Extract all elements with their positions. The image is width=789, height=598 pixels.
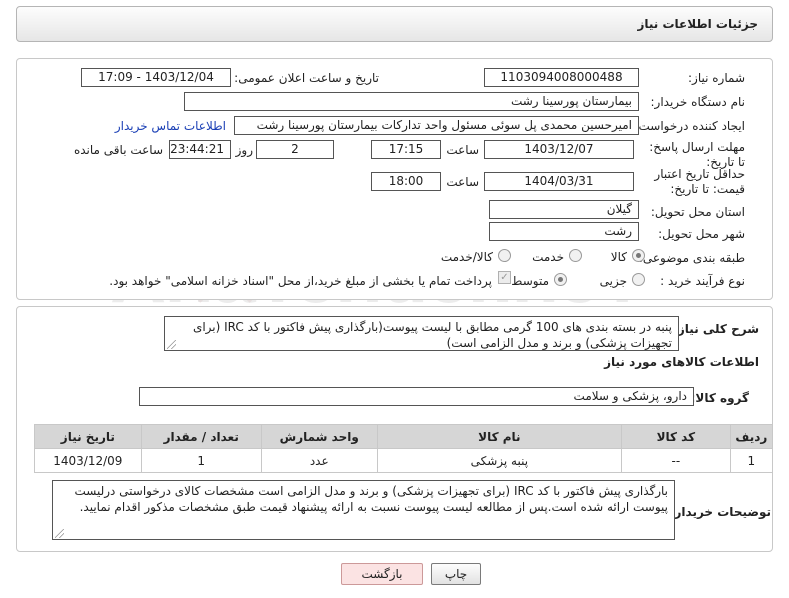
col-name: نام کالا [376,424,623,449]
remaining-label: ساعت باقی مانده [73,143,163,157]
category-option-service: خدمت [532,250,564,264]
category-label: طبقه بندی موضوعی: [638,251,745,265]
process-option-partial: جزیی [599,274,627,288]
resize-grip-icon[interactable] [167,340,176,349]
row-name: پنبه پزشکی [376,448,623,473]
announce-field: 1403/12/04 - 17:09 [81,68,231,87]
summary-field: پنبه در بسته بندی های 100 گرمی مطابق با … [164,316,679,351]
back-button[interactable]: بازگشت [341,563,423,585]
row-index: 1 [729,448,774,473]
reply-time-label: ساعت [446,143,479,157]
province-field: گیلان [489,200,639,219]
reply-date-field: 1403/12/07 [484,140,634,159]
col-qty: تعداد / مقدار [140,424,262,449]
need-number-label: شماره نیاز: [688,71,745,85]
process-option-medium: متوسط [511,274,549,288]
requester-label: ایجاد کننده درخواست: [634,119,745,133]
row-qty: 1 [140,448,262,473]
reply-time-field: 17:15 [371,140,441,159]
summary-text: پنبه در بسته بندی های 100 گرمی مطابق با … [192,320,672,350]
buyer-notes-field: بارگذاری پیش فاکتور با کد IRC (برای تجهی… [52,480,675,540]
goods-group-field: دارو، پزشکی و سلامت [139,387,694,406]
remaining-time-field: 23:44:21 [169,140,231,159]
print-button[interactable]: چاپ [431,563,481,585]
items-heading: اطلاعات کالاهای مورد نیاز [604,355,759,369]
announce-label: تاریخ و ساعت اعلان عمومی: [234,71,379,85]
buyer-org-field: بیمارستان پورسینا رشت [184,92,639,111]
category-radio-goods[interactable] [632,249,645,262]
process-label: نوع فرآیند خرید : [660,274,745,288]
buyer-notes-text: بارگذاری پیش فاکتور با کد IRC (برای تجهی… [74,484,668,514]
resize-grip-icon[interactable] [55,529,64,538]
col-unit: واحد شمارش [260,424,378,449]
payment-checkbox[interactable]: ✓ [498,271,511,284]
goods-table: ردیف کد کالا نام کالا واحد شمارش تعداد /… [34,424,774,473]
summary-label: شرح کلی نیاز: [673,322,759,336]
province-label: استان محل تحویل: [650,205,745,219]
days-field: 2 [256,140,334,159]
reply-deadline-label: مهلت ارسال پاسخ: تا تاریخ: [649,140,745,169]
buyer-notes-label: توضیحات خریدار: [669,505,771,519]
requester-field: امیرحسین محمدی پل سوئی مسئول واحد تدارکا… [234,116,639,135]
row-date: 1403/12/09 [34,448,142,473]
col-index: ردیف [729,424,774,449]
page-header: جزئیات اطلاعات نیاز [16,6,773,42]
row-unit: عدد [260,448,378,473]
table-header-row: ردیف کد کالا نام کالا واحد شمارش تعداد /… [34,424,774,449]
page-title: جزئیات اطلاعات نیاز [637,17,758,31]
buyer-org-label: نام دستگاه خریدار: [650,95,746,109]
validity-time-field: 18:00 [371,172,441,191]
table-row: 1 -- پنبه پزشکی عدد 1 1403/12/09 [34,448,774,473]
category-option-goods: کالا [610,250,627,264]
col-date: تاریخ نیاز [34,424,142,449]
category-radio-service[interactable] [569,249,582,262]
city-field: رشت [489,222,639,241]
validity-time-label: ساعت [446,175,479,189]
buyer-contact-link[interactable]: اطلاعات تماس خریدار [115,119,226,133]
col-code: کد کالا [621,424,731,449]
goods-group-label: گروه کالا: [690,391,749,405]
process-radio-partial[interactable] [632,273,645,286]
row-code: -- [621,448,731,473]
category-radio-both[interactable] [498,249,511,262]
payment-note: پرداخت تمام یا بخشی از مبلغ خرید،از محل … [109,274,492,288]
process-radio-medium[interactable] [554,273,567,286]
validity-label: حداقل تاریخ اعتبار قیمت: تا تاریخ: [654,167,745,196]
city-label: شهر محل تحویل: [658,227,745,241]
category-option-both: کالا/خدمت [440,250,493,264]
validity-date-field: 1404/03/31 [484,172,634,191]
need-number-field: 1103094008000488 [484,68,639,87]
